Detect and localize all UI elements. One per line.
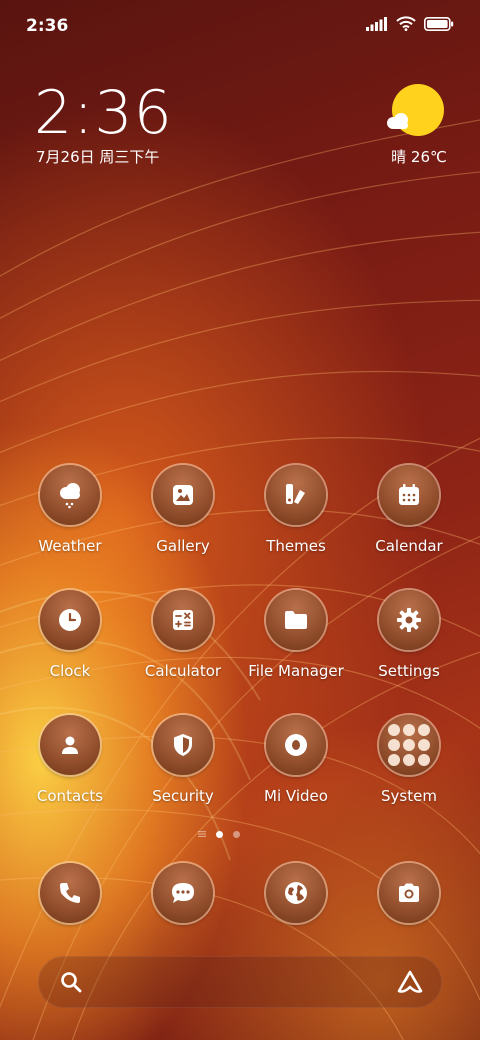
calculator-icon xyxy=(153,590,213,650)
app-label: Weather xyxy=(38,537,102,555)
weather-text: 晴 26℃ xyxy=(391,148,447,166)
page-dot-active[interactable] xyxy=(216,830,223,838)
app-calendar[interactable]: Calendar xyxy=(354,465,464,565)
wifi-icon xyxy=(396,16,416,31)
app-label: Contacts xyxy=(36,787,104,805)
app-calculator[interactable]: Calculator xyxy=(128,590,238,690)
video-icon xyxy=(266,715,326,775)
signal-icon xyxy=(366,16,387,31)
gallery-icon xyxy=(153,465,213,525)
app-label: Mi Video xyxy=(264,787,328,805)
folder-grid-icon xyxy=(379,715,439,775)
app-label: Security xyxy=(152,787,214,805)
calendar-icon xyxy=(379,465,439,525)
app-label: Settings xyxy=(378,662,440,680)
app-themes[interactable]: Themes xyxy=(241,465,351,565)
app-gallery[interactable]: Gallery xyxy=(128,465,238,565)
dock-browser[interactable] xyxy=(266,863,326,923)
app-contacts[interactable]: Contacts xyxy=(15,715,125,815)
app-label: System xyxy=(381,787,437,805)
page-dot[interactable] xyxy=(233,830,240,838)
weather-icon xyxy=(40,465,100,525)
app-label: File Manager xyxy=(248,662,344,680)
app-label: Themes xyxy=(266,537,326,555)
app-security[interactable]: Security xyxy=(128,715,238,815)
search-bar[interactable] xyxy=(38,956,442,1008)
dock-camera[interactable] xyxy=(379,863,439,923)
app-system-folder[interactable]: System xyxy=(354,715,464,815)
clock-widget-time[interactable]: 2:36 xyxy=(34,78,173,148)
menu-lines-icon xyxy=(198,831,206,837)
gear-icon xyxy=(379,590,439,650)
battery-icon xyxy=(424,16,454,31)
themes-icon xyxy=(266,465,326,525)
clock-widget-date[interactable]: 7月26日 周三下午 xyxy=(36,146,159,167)
dock-phone[interactable] xyxy=(40,863,100,923)
app-label: Calendar xyxy=(375,537,443,555)
app-label: Clock xyxy=(49,662,91,680)
app-label: Gallery xyxy=(156,537,210,555)
status-icons xyxy=(366,16,454,31)
app-clock[interactable]: Clock xyxy=(15,590,125,690)
camera-icon xyxy=(399,883,419,902)
app-mi-video[interactable]: Mi Video xyxy=(241,715,351,815)
browser-icon xyxy=(285,882,307,904)
dock-messages[interactable] xyxy=(153,863,213,923)
cloud-icon xyxy=(387,113,408,129)
message-icon xyxy=(172,883,194,903)
phone-icon xyxy=(60,883,80,903)
shield-icon xyxy=(153,715,213,775)
app-file-manager[interactable]: File Manager xyxy=(241,590,351,690)
folder-icon xyxy=(266,590,326,650)
person-icon xyxy=(40,715,100,775)
app-label: Calculator xyxy=(144,662,222,680)
app-weather[interactable]: Weather xyxy=(15,465,125,565)
status-time: 2:36 xyxy=(26,16,69,36)
app-settings[interactable]: Settings xyxy=(354,590,464,690)
clock-icon xyxy=(40,590,100,650)
search-icon[interactable] xyxy=(60,971,82,993)
page-indicator xyxy=(198,830,240,838)
weather-widget[interactable]: 晴 26℃ xyxy=(384,84,454,174)
status-bar: 2:36 xyxy=(0,0,480,50)
assistant-icon[interactable] xyxy=(396,969,424,995)
